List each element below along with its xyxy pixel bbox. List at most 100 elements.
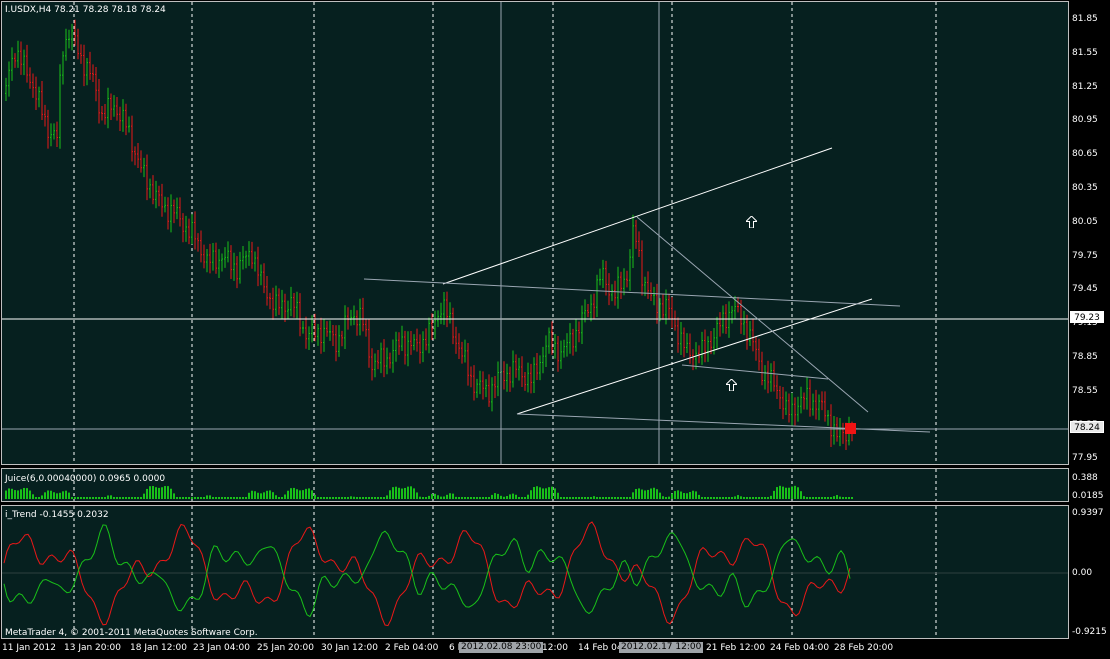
juice-bar: [176, 497, 178, 499]
juice-bar: [521, 497, 523, 499]
juice-bar: [173, 493, 175, 499]
juice-bar: [431, 493, 433, 499]
juice-bar: [188, 497, 190, 499]
juice-bar: [815, 497, 817, 499]
juice-bar: [527, 494, 529, 499]
juice-bar: [842, 497, 844, 499]
juice-bar: [146, 488, 148, 499]
juice-bar: [590, 497, 592, 499]
juice-bar: [671, 493, 673, 499]
price-axis-tick: 77.95: [1072, 453, 1098, 464]
juice-indicator-panel[interactable]: Juice(6,0.00040000) 0.0965 0.0000: [1, 468, 1069, 502]
juice-bar: [287, 490, 289, 499]
juice-bar: [848, 497, 850, 499]
juice-bar: [518, 497, 520, 499]
juice-bar: [68, 492, 70, 499]
juice-bar: [812, 497, 814, 499]
juice-bar: [701, 497, 703, 499]
juice-bar: [509, 494, 511, 499]
juice-bar: [275, 495, 277, 499]
juice-bar: [278, 497, 280, 499]
price-axis-tick: 81.55: [1072, 47, 1098, 58]
juice-bar: [35, 497, 37, 499]
juice-bar: [47, 490, 49, 499]
juice-bar: [374, 497, 376, 499]
juice-bar: [554, 488, 556, 499]
xaxis-label: 2 Feb 04:00: [385, 643, 439, 653]
juice-bar: [566, 497, 568, 499]
juice-bar: [575, 497, 577, 499]
juice-bar: [773, 490, 775, 499]
juice-bar: [536, 486, 538, 499]
price-axis-tick: 78.85: [1072, 352, 1098, 362]
juice-bar: [545, 488, 547, 499]
juice-bar: [218, 497, 220, 499]
juice-bar: [440, 496, 442, 499]
juice-bar: [764, 497, 766, 499]
juice-bar: [290, 488, 292, 499]
juice-bar: [485, 497, 487, 499]
price-chart-canvas[interactable]: [2, 2, 1069, 465]
juice-bar: [356, 497, 358, 499]
juice-bar: [335, 497, 337, 499]
juice-bar: [311, 490, 313, 499]
juice-bar: [239, 497, 241, 499]
juice-bar: [113, 497, 115, 499]
juice-bar: [209, 495, 211, 499]
juice-bar: [602, 497, 604, 499]
trend-indicator-panel[interactable]: i_Trend -0.1455 0.2032 MetaTrader 4, © 2…: [1, 505, 1069, 639]
juice-bar: [422, 497, 424, 499]
juice-bar: [740, 496, 742, 499]
juice-bar: [149, 486, 151, 499]
trend-red-line: [3, 521, 851, 627]
juice-bar: [71, 497, 73, 499]
juice-bar: [140, 497, 142, 499]
juice-bar: [347, 497, 349, 499]
juice-bar: [437, 495, 439, 499]
price-axis-tick: 78.55: [1072, 385, 1098, 396]
juice-bar: [170, 488, 172, 499]
juice-bar: [383, 497, 385, 499]
juice-bar: [806, 497, 808, 499]
trend-axis-top: 0.9397: [1072, 508, 1104, 518]
juice-bar: [50, 490, 52, 499]
price-axis-tick: 79.75: [1072, 250, 1098, 261]
juice-bar: [548, 487, 550, 499]
juice-bar: [338, 497, 340, 499]
juice-bar: [653, 487, 655, 499]
juice-bar: [398, 487, 400, 499]
juice-bar: [656, 489, 658, 499]
juice-bar: [785, 487, 787, 499]
juice-bar: [632, 492, 634, 499]
juice-bar: [635, 488, 637, 499]
juice-bar: [515, 494, 517, 499]
juice-bar: [776, 487, 778, 499]
juice-bar: [110, 495, 112, 499]
juice-bar: [224, 497, 226, 499]
juice-bar: [725, 497, 727, 499]
juice-bar: [836, 495, 838, 499]
price-chart-panel[interactable]: I.USDX,H4 78.21 78.28 78.18 78.24: [1, 1, 1069, 465]
juice-bar: [119, 497, 121, 499]
juice-bar: [296, 489, 298, 499]
juice-bar: [329, 497, 331, 499]
juice-bar: [215, 497, 217, 499]
juice-bar: [59, 492, 61, 499]
juice-bar: [719, 497, 721, 499]
juice-bar: [182, 497, 184, 499]
juice-bar: [380, 497, 382, 499]
price-axis-tick: 80.65: [1072, 149, 1098, 160]
juice-bar: [818, 497, 820, 499]
juice-bar: [479, 497, 481, 499]
price-axis-tick: 80.05: [1072, 216, 1098, 227]
juice-bar: [455, 496, 457, 499]
juice-bar: [227, 497, 229, 499]
juice-bar: [89, 497, 91, 499]
juice-bar: [443, 496, 445, 499]
juice-bar: [617, 497, 619, 499]
juice-bar: [464, 497, 466, 499]
juice-bar: [668, 496, 670, 499]
xaxis-label: 24 Feb 04:00: [770, 643, 830, 653]
juice-bar: [341, 497, 343, 499]
juice-bar: [638, 488, 640, 499]
